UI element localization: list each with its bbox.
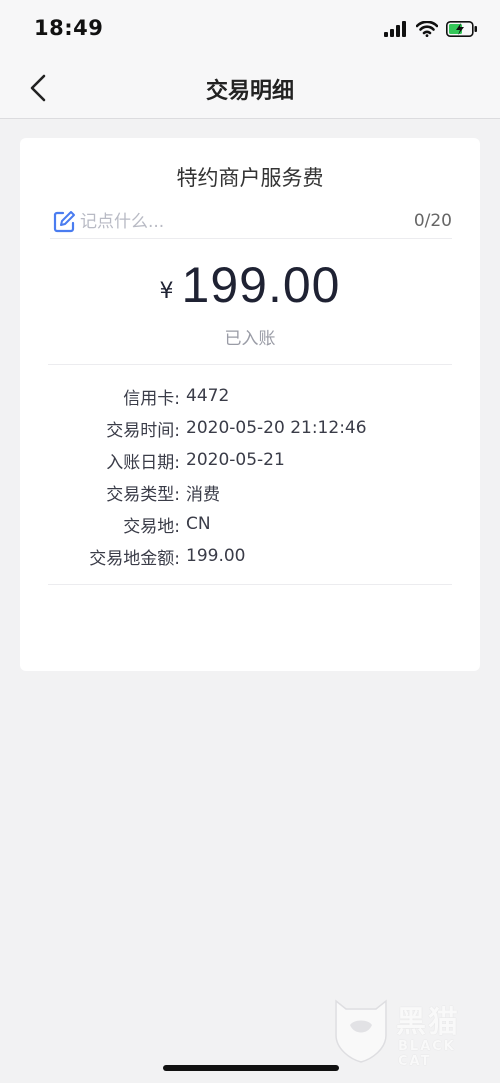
wifi-icon xyxy=(415,20,439,41)
detail-row-local-amount: 交易地金额: 199.00 xyxy=(20,540,480,572)
status-bar: 18:49 xyxy=(0,0,500,58)
currency-symbol: ¥ xyxy=(159,279,174,304)
note-input[interactable] xyxy=(80,208,360,236)
detail-row-card: 信用卡: 4472 xyxy=(20,380,480,412)
page-title: 交易明细 xyxy=(205,79,294,104)
navigation-bar: 交易明细 xyxy=(0,58,500,119)
posting-status: 已入账 xyxy=(224,329,276,349)
watermark-logo: 黑猫 BLACK CAT xyxy=(332,995,492,1069)
battery-charging-icon xyxy=(446,21,478,41)
detail-label: 交易地: xyxy=(123,516,180,537)
watermark-brand-cn: 黑猫 xyxy=(396,1005,460,1040)
detail-label: 入账日期: xyxy=(106,452,180,473)
detail-value: 199.00 xyxy=(186,546,246,566)
status-time: 18:49 xyxy=(34,16,104,40)
status-icons xyxy=(384,20,478,42)
detail-label: 交易类型: xyxy=(106,484,180,505)
note-row: 0/20 xyxy=(50,208,452,239)
detail-value: 2020-05-20 21:12:46 xyxy=(186,418,367,438)
detail-row-type: 交易类型: 消费 xyxy=(20,476,480,508)
detail-label: 信用卡: xyxy=(123,388,180,409)
edit-note-icon[interactable] xyxy=(52,210,76,234)
merchant-name: 特约商户服务费 xyxy=(176,166,324,190)
detail-value: 消费 xyxy=(186,484,220,505)
detail-row-location: 交易地: CN xyxy=(20,508,480,540)
watermark-brand-en: BLACK CAT xyxy=(398,1039,456,1069)
transaction-details: 信用卡: 4472 交易时间: 2020-05-20 21:12:46 入账日期… xyxy=(20,380,480,572)
cat-shield-icon xyxy=(332,995,390,1067)
detail-row-time: 交易时间: 2020-05-20 21:12:46 xyxy=(20,412,480,444)
detail-label: 交易时间: xyxy=(106,420,180,441)
home-indicator xyxy=(163,1065,339,1071)
transaction-card: 特约商户服务费 0/20 ¥199.00 已入账 信用卡: 4472 交易时间:… xyxy=(20,138,480,671)
divider xyxy=(48,364,452,365)
cellular-signal-icon xyxy=(384,21,408,41)
amount-row: ¥199.00 xyxy=(20,256,480,314)
detail-row-post-date: 入账日期: 2020-05-21 xyxy=(20,444,480,476)
divider xyxy=(48,584,452,585)
note-char-count: 0/20 xyxy=(413,211,452,231)
detail-label: 交易地金额: xyxy=(89,548,180,569)
detail-value: 2020-05-21 xyxy=(186,450,285,470)
detail-value: 4472 xyxy=(186,386,230,406)
detail-value: CN xyxy=(186,514,211,534)
transaction-amount: 199.00 xyxy=(181,257,341,313)
